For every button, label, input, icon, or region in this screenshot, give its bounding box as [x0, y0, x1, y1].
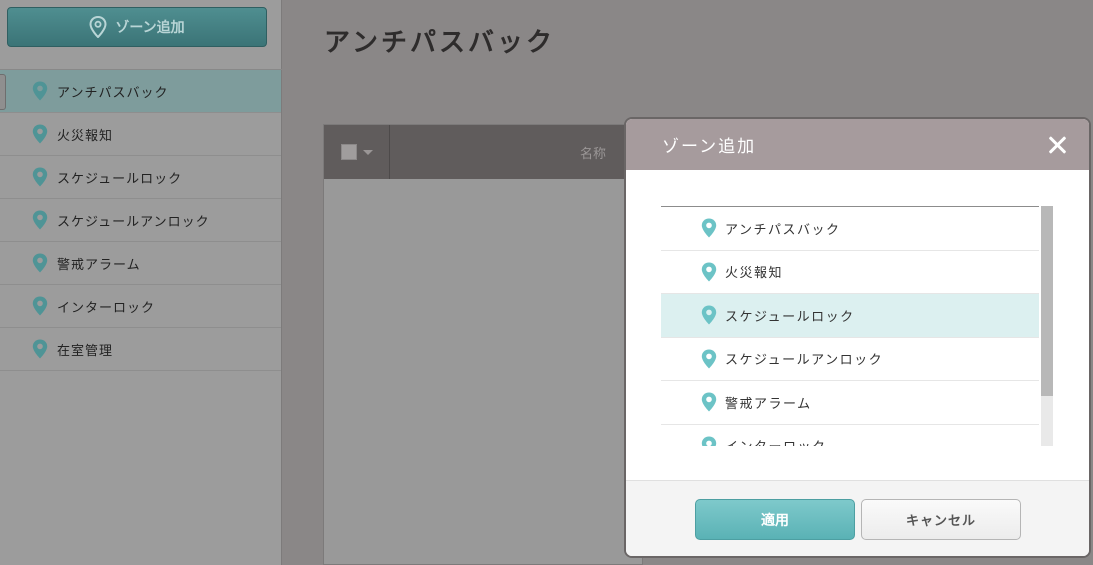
sidebar-item-label: 警戒アラーム — [57, 257, 141, 273]
location-pin-icon — [701, 305, 717, 325]
close-icon[interactable] — [1047, 135, 1067, 155]
zone-list: アンチパスバック 火災報知 スケジュールロック スケジュールアンロック 警戒アラ… — [0, 70, 281, 371]
add-zone-dialog: ゾーン追加 アンチパスバック 火災報知 スケジュールロック スケジュールアンロッ… — [624, 117, 1091, 558]
page-title: アンチパスバック — [324, 28, 555, 58]
zone-option-antipassback[interactable]: アンチパスバック — [661, 207, 1039, 251]
sidebar-item-label: 火災報知 — [57, 128, 114, 144]
zone-option-label: 火災報知 — [725, 266, 784, 282]
location-pin-icon — [32, 339, 48, 359]
sidebar-item-label: インターロック — [57, 300, 156, 316]
location-pin-icon — [701, 349, 717, 369]
cancel-button[interactable]: キャンセル — [861, 499, 1021, 540]
select-all-dropdown[interactable] — [324, 125, 390, 179]
scrollbar-thumb[interactable] — [1041, 206, 1053, 396]
sidebar-item-antipassback[interactable]: アンチパスバック — [0, 70, 281, 113]
location-pin-icon — [701, 436, 717, 446]
zone-option-schedule-unlock[interactable]: スケジュールアンロック — [661, 338, 1039, 381]
zone-select-list: アンチパスバック 火災報知 スケジュールロック スケジュールアンロック 警戒アラ… — [661, 206, 1039, 446]
scrollbar[interactable] — [1041, 206, 1053, 446]
zone-option-intrusion-alarm[interactable]: 警戒アラーム — [661, 381, 1039, 425]
sidebar-item-schedule-unlock[interactable]: スケジュールアンロック — [0, 199, 281, 242]
sidebar-item-schedule-lock[interactable]: スケジュールロック — [0, 156, 281, 199]
location-pin-icon — [32, 253, 48, 273]
chevron-down-icon[interactable] — [362, 149, 373, 155]
zone-option-schedule-lock[interactable]: スケジュールロック — [661, 294, 1039, 338]
location-pin-icon — [32, 167, 48, 187]
dialog-header: ゾーン追加 — [626, 119, 1089, 170]
column-header-name[interactable]: 名称 — [580, 143, 606, 162]
apply-button[interactable]: 適用 — [695, 499, 855, 540]
sidebar-item-label: アンチパスバック — [57, 85, 169, 101]
zone-option-label: スケジュールロック — [725, 309, 855, 325]
add-zone-label: ゾーン追加 — [115, 20, 185, 36]
add-zone-button[interactable]: ゾーン追加 — [7, 7, 267, 47]
table-header: 名称 — [324, 125, 642, 179]
sidebar-item-intrusion-alarm[interactable]: 警戒アラーム — [0, 242, 281, 285]
zone-option-interlock[interactable]: インターロック — [661, 425, 1039, 446]
sidebar-item-label: 在室管理 — [57, 343, 114, 359]
dialog-body: アンチパスバック 火災報知 スケジュールロック スケジュールアンロック 警戒アラ… — [626, 170, 1089, 482]
select-all-checkbox[interactable] — [340, 144, 357, 160]
sidebar-item-label: スケジュールアンロック — [57, 214, 210, 230]
zone-option-label: スケジュールアンロック — [725, 353, 884, 369]
sidebar-item-label: スケジュールロック — [57, 171, 183, 187]
location-pin-icon — [701, 218, 717, 238]
sidebar: ゾーン追加 アンチパスバック 火災報知 スケジュールロック スケジュールアンロッ… — [0, 0, 282, 565]
location-pin-icon — [32, 296, 48, 316]
dialog-footer: 適用 キャンセル — [626, 480, 1089, 556]
zone-option-label: 警戒アラーム — [725, 396, 812, 412]
sidebar-item-fire-alarm[interactable]: 火災報知 — [0, 113, 281, 156]
zone-option-label: アンチパスバック — [725, 222, 841, 238]
location-pin-icon — [32, 124, 48, 144]
location-pin-icon — [89, 16, 107, 38]
sidebar-collapse-handle[interactable] — [0, 74, 6, 110]
zone-option-fire-alarm[interactable]: 火災報知 — [661, 251, 1039, 294]
location-pin-icon — [32, 81, 48, 101]
location-pin-icon — [701, 392, 717, 412]
zone-table: 名称 — [323, 124, 643, 565]
sidebar-item-interlock[interactable]: インターロック — [0, 285, 281, 328]
zone-option-label: インターロック — [725, 436, 827, 446]
sidebar-item-occupancy[interactable]: 在室管理 — [0, 328, 281, 371]
dialog-title: ゾーン追加 — [662, 137, 757, 157]
location-pin-icon — [701, 262, 717, 282]
location-pin-icon — [32, 210, 48, 230]
